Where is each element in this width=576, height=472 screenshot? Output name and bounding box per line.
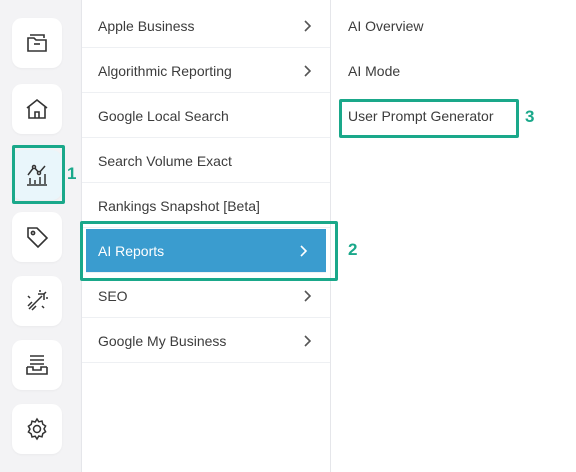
menu-item-seo[interactable]: SEO [82, 274, 330, 318]
menu-item-apple-business[interactable]: Apple Business [82, 4, 330, 48]
submenu-item-label: AI Mode [348, 63, 401, 79]
reports-menu: Apple Business Algorithmic Reporting Goo… [82, 0, 331, 472]
rail-button-inbox[interactable] [12, 340, 62, 390]
menu-item-rankings-snapshot[interactable]: Rankings Snapshot [Beta] [82, 184, 330, 228]
menu-item-label: Search Volume Exact [98, 152, 232, 169]
menu-item-label: Google Local Search [98, 107, 229, 124]
submenu-item-ai-overview[interactable]: AI Overview [331, 4, 576, 48]
rail-button-settings[interactable] [12, 404, 62, 454]
gear-icon [27, 417, 47, 441]
icon-rail [0, 0, 82, 472]
menu-item-label: Apple Business [98, 17, 195, 34]
chevron-right-icon [304, 334, 312, 347]
chevron-right-icon [304, 289, 312, 302]
menu-item-google-local-search[interactable]: Google Local Search [82, 94, 330, 138]
home-icon [26, 98, 48, 119]
inbox-icon [26, 355, 48, 375]
rail-button-analytics[interactable] [12, 150, 62, 200]
menu-item-label: SEO [98, 287, 128, 304]
rail-button-tag[interactable] [12, 212, 62, 262]
chevron-right-icon [300, 244, 308, 257]
rail-button-rocket[interactable] [12, 276, 62, 326]
chevron-right-icon [304, 64, 312, 77]
menu-item-label: Rankings Snapshot [Beta] [98, 197, 260, 214]
submenu-item-user-prompt-generator[interactable]: User Prompt Generator [331, 94, 576, 138]
submenu-item-label: AI Overview [348, 18, 424, 34]
rocket-icon [27, 290, 48, 311]
submenu-item-ai-mode[interactable]: AI Mode [331, 49, 576, 93]
menu-item-label: Google My Business [98, 332, 227, 349]
menu-item-label: AI Reports [98, 242, 165, 259]
step-number-3: 3 [525, 107, 535, 126]
tag-icon [27, 227, 49, 249]
analytics-icon [27, 164, 47, 186]
menu-item-search-volume-exact[interactable]: Search Volume Exact [82, 139, 330, 183]
step-number-2: 2 [348, 240, 358, 259]
ai-reports-submenu: AI Overview AI Mode User Prompt Generato… [331, 0, 576, 472]
step-number-1: 1 [67, 164, 77, 183]
menu-item-ai-reports[interactable]: AI Reports [86, 229, 326, 273]
submenu-item-label: User Prompt Generator [348, 108, 494, 124]
rail-button-folder[interactable] [12, 18, 62, 68]
menu-item-google-my-business[interactable]: Google My Business [82, 319, 330, 363]
rail-button-home[interactable] [12, 84, 62, 134]
menu-item-label: Algorithmic Reporting [98, 62, 232, 79]
chevron-right-icon [304, 19, 312, 32]
menu-item-algorithmic-reporting[interactable]: Algorithmic Reporting [82, 49, 330, 93]
folder-icon [27, 34, 47, 52]
